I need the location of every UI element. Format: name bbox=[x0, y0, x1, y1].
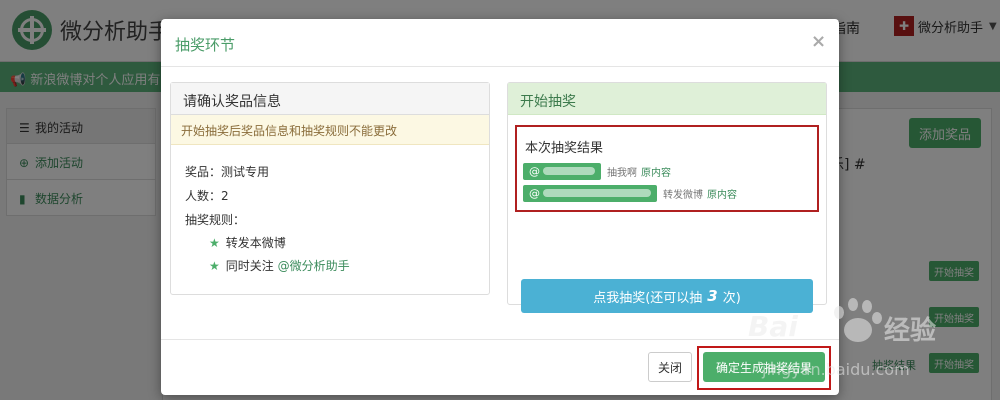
watermark-text: 经验 bbox=[884, 316, 937, 346]
prize-name: 奖品：测试专用 bbox=[185, 165, 270, 179]
baidu-watermark: Bai 经验 jingyan.baidu.com bbox=[748, 296, 988, 386]
winner-comment: 转发微博 bbox=[663, 189, 703, 201]
prize-panel-heading: 请确认奖品信息 bbox=[171, 83, 489, 115]
watermark-url: jingyan.baidu.com bbox=[762, 360, 910, 379]
star-icon: ★ bbox=[209, 236, 220, 250]
draw-button-suffix: 次) bbox=[722, 290, 741, 306]
winner-username-badge[interactable]: @ bbox=[523, 184, 657, 202]
at-sign: @ bbox=[529, 186, 540, 200]
remaining-draws-count: 3 bbox=[707, 287, 718, 305]
winner-count: 人数：2 bbox=[185, 189, 229, 203]
close-icon[interactable]: × bbox=[811, 31, 826, 52]
rule-text: 同时关注 bbox=[225, 259, 278, 273]
modal-title: 抽奖环节 bbox=[175, 36, 236, 54]
prize-info-panel: 请确认奖品信息 开始抽奖后奖品信息和抽奖规则不能更改 奖品：测试专用 人数：2 … bbox=[170, 82, 490, 295]
modal-footer: 关闭 确定生成抽奖结果 bbox=[161, 339, 839, 395]
winner-row: @ 转发微博 原内容 bbox=[523, 184, 737, 202]
rules-heading: 抽奖规则： bbox=[185, 213, 246, 227]
rule-text: 转发本微博 bbox=[225, 236, 286, 250]
winner-comment: 抽我啊 bbox=[607, 167, 637, 179]
original-content-link[interactable]: 原内容 bbox=[641, 164, 671, 179]
mention-link[interactable]: @微分析助手 bbox=[278, 259, 350, 273]
at-sign: @ bbox=[529, 164, 540, 178]
modal-header: 抽奖环节 × bbox=[161, 19, 839, 67]
paw-icon bbox=[826, 296, 886, 346]
redacted-username bbox=[543, 189, 651, 197]
star-icon: ★ bbox=[209, 259, 220, 273]
redacted-username bbox=[543, 167, 595, 175]
lottery-modal: 抽奖环节 × 请确认奖品信息 开始抽奖后奖品信息和抽奖规则不能更改 奖品：测试专… bbox=[161, 19, 839, 395]
winner-row: @ 抽我啊 原内容 bbox=[523, 162, 671, 180]
original-content-link[interactable]: 原内容 bbox=[707, 186, 737, 201]
draw-button-label: 点我抽奖(还可以抽 bbox=[593, 290, 703, 306]
warning-alert: 开始抽奖后奖品信息和抽奖规则不能更改 bbox=[171, 115, 489, 145]
watermark-brand: Bai bbox=[748, 310, 798, 343]
rule-item: ★ 转发本微博 bbox=[209, 234, 286, 251]
rule-item: ★ 同时关注 @微分析助手 bbox=[209, 257, 350, 274]
winner-username-badge[interactable]: @ bbox=[523, 162, 601, 180]
draw-panel-heading: 开始抽奖 bbox=[508, 83, 826, 115]
close-button[interactable]: 关闭 bbox=[648, 352, 692, 382]
draw-result-box: 本次抽奖结果 @ 抽我啊 原内容 @ 转发微博 原内容 bbox=[515, 125, 819, 212]
draw-panel: 开始抽奖 本次抽奖结果 @ 抽我啊 原内容 @ 转发微博 原内容 点我抽奖(还可… bbox=[507, 82, 827, 313]
result-title: 本次抽奖结果 bbox=[525, 141, 604, 156]
